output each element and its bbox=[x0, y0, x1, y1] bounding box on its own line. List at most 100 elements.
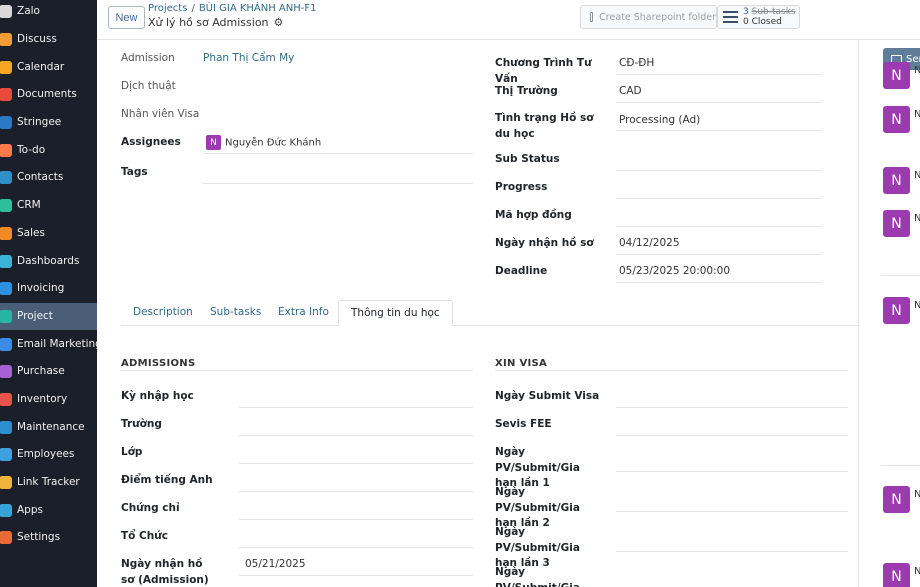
notebook-tabs: Description Sub-tasks Extra Info Thông tin … bbox=[121, 300, 858, 326]
field-underline bbox=[616, 74, 822, 75]
chatter-date-separator bbox=[881, 275, 920, 276]
field-value[interactable]: N Nguyễn Đức Khánh bbox=[206, 135, 321, 150]
sidebar-item-email-marketing[interactable]: Email Marketing bbox=[0, 330, 97, 358]
message-author-name[interactable]: N bbox=[914, 109, 920, 120]
sidebar-item-purchase[interactable]: Purchase bbox=[0, 358, 97, 386]
tab-sub-tasks[interactable]: Sub-tasks bbox=[198, 300, 273, 326]
field-underline bbox=[239, 547, 473, 548]
sidebar-item-label: Apps bbox=[17, 503, 43, 516]
sidebar-item-maintenance[interactable]: Maintenance bbox=[0, 413, 97, 441]
sidebar-item-discuss[interactable]: Discuss bbox=[0, 26, 97, 54]
sidebar-item-invoicing[interactable]: Invoicing bbox=[0, 275, 97, 303]
breadcrumb-project-link[interactable]: BÙI GIA KHÁNH ANH-F1 bbox=[199, 3, 317, 14]
field-value[interactable]: Processing (Ad) bbox=[619, 114, 700, 126]
sidebar-item-apps[interactable]: Apps bbox=[0, 496, 97, 524]
admissions-field-label: Tổ Chức bbox=[121, 530, 168, 542]
field-label: Chương Trình Tư Vấn bbox=[495, 57, 592, 85]
breadcrumb-separator: / bbox=[191, 3, 195, 14]
sidebar-item-link-tracker[interactable]: Link Tracker bbox=[0, 469, 97, 497]
field-label: Assignees bbox=[121, 136, 181, 148]
field-underline bbox=[616, 435, 848, 436]
admissions-field-label: Điểm tiếng Anh bbox=[121, 474, 213, 486]
message-author-name[interactable]: N bbox=[914, 300, 920, 311]
message-author-avatar[interactable]: N bbox=[883, 297, 910, 324]
field-label: Tình trạng Hồ sơ du học bbox=[495, 112, 594, 140]
message-author-avatar[interactable]: N bbox=[883, 486, 910, 513]
sidebar-item-label: CRM bbox=[17, 199, 41, 212]
field-label: Deadline bbox=[495, 265, 548, 277]
sidebar-item-project[interactable]: Project bbox=[0, 302, 97, 331]
sidebar-item-label: Documents bbox=[17, 88, 77, 101]
sidebar-item-inventory[interactable]: Inventory bbox=[0, 386, 97, 414]
create-sharepoint-folder-button[interactable]: Create Sharepoint folder bbox=[580, 5, 717, 29]
subtasks-smart-button[interactable]: 3 Sub-tasks 0 Closed bbox=[717, 5, 800, 29]
message-author-name[interactable]: N bbox=[914, 566, 920, 577]
control-panel: New Projects / BÙI GIA KHÁNH ANH-F1 Xử lý … bbox=[97, 0, 920, 40]
message-author-avatar[interactable]: N bbox=[883, 167, 910, 194]
field-value[interactable]: Phan Thị Cẩm My bbox=[203, 52, 294, 64]
zalo-icon bbox=[0, 5, 12, 19]
sidebar-item-contacts[interactable]: Contacts bbox=[0, 164, 97, 192]
field-underline bbox=[239, 463, 473, 464]
new-button[interactable]: New bbox=[108, 6, 145, 29]
field-label: Sub Status bbox=[495, 153, 560, 165]
field-value[interactable]: 05/23/2025 20:00:00 bbox=[619, 265, 730, 277]
field-underline bbox=[616, 282, 822, 283]
subtasks-count: 3 bbox=[743, 7, 749, 17]
visa-field-label: Ngày PV/Submit/Gia hạn lần 4 bbox=[495, 566, 580, 587]
message-author-avatar[interactable]: N bbox=[883, 106, 910, 133]
email-marketing-icon bbox=[0, 337, 12, 351]
tab-thông-tin-du-học[interactable]: Thông tin du học bbox=[338, 300, 453, 326]
field-value[interactable]: CĐ-ĐH bbox=[619, 57, 654, 69]
field-underline bbox=[616, 198, 822, 199]
visa-field-label: Sevis FEE bbox=[495, 418, 552, 430]
section-divider bbox=[495, 370, 847, 371]
tasks-icon bbox=[723, 11, 738, 23]
message-author-avatar[interactable]: N bbox=[883, 210, 910, 237]
closed-count: 0 bbox=[743, 17, 749, 27]
admissions-field-value[interactable]: 05/21/2025 bbox=[245, 558, 306, 570]
inventory-icon bbox=[0, 392, 12, 406]
sidebar-item-employees[interactable]: Employees bbox=[0, 441, 97, 469]
message-author-name[interactable]: N bbox=[914, 170, 920, 181]
tab-extra-info[interactable]: Extra Info bbox=[266, 300, 341, 326]
field-underline bbox=[616, 551, 848, 552]
sidebar-item-settings[interactable]: Settings bbox=[0, 524, 97, 552]
sidebar-item-calendar[interactable]: Calendar bbox=[0, 53, 97, 81]
stringee-icon bbox=[0, 116, 12, 130]
admissions-field-label: Chứng chỉ bbox=[121, 502, 180, 514]
field-underline bbox=[239, 519, 473, 520]
tab-description[interactable]: Description bbox=[121, 300, 205, 326]
gear-icon[interactable]: ⚙ bbox=[274, 16, 284, 29]
sidebar-item-crm[interactable]: CRM bbox=[0, 192, 97, 220]
closed-label: Closed bbox=[751, 17, 782, 27]
crm-icon bbox=[0, 199, 12, 213]
field-underline bbox=[203, 183, 473, 184]
message-author-name[interactable]: N bbox=[914, 65, 920, 76]
message-author-avatar[interactable]: N bbox=[883, 62, 910, 89]
dashboards-icon bbox=[0, 254, 12, 268]
sidebar-item-label: Purchase bbox=[17, 365, 65, 378]
message-author-avatar[interactable]: N bbox=[883, 563, 910, 587]
sidebar-item-documents[interactable]: Documents bbox=[0, 81, 97, 109]
breadcrumb-projects-link[interactable]: Projects bbox=[148, 3, 187, 14]
sidebar-item-zalo[interactable]: Zalo bbox=[0, 0, 97, 26]
sidebar-item-stringee[interactable]: Stringee bbox=[0, 109, 97, 137]
field-underline bbox=[239, 435, 473, 436]
field-value[interactable]: 04/12/2025 bbox=[619, 237, 680, 249]
sidebar-item-sales[interactable]: Sales bbox=[0, 220, 97, 248]
field-underline bbox=[616, 511, 848, 512]
field-label: Nhân viên Visa bbox=[121, 108, 200, 120]
message-author-name[interactable]: N bbox=[914, 213, 920, 224]
sidebar-item-to-do[interactable]: To-do bbox=[0, 136, 97, 164]
sidebar-item-label: Maintenance bbox=[17, 420, 85, 433]
field-underline bbox=[616, 407, 848, 408]
field-value[interactable]: CAD bbox=[619, 85, 642, 97]
assignee-name: Nguyễn Đức Khánh bbox=[225, 137, 322, 149]
folder-icon bbox=[590, 12, 594, 22]
task-form: Admission Phan Thị Cẩm My Dịch thuật Nhân v… bbox=[97, 40, 858, 587]
sidebar-item-label: Dashboards bbox=[17, 254, 80, 267]
sidebar-item-label: Contacts bbox=[17, 171, 64, 184]
sidebar-item-dashboards[interactable]: Dashboards bbox=[0, 247, 97, 275]
message-author-name[interactable]: N bbox=[914, 489, 920, 500]
